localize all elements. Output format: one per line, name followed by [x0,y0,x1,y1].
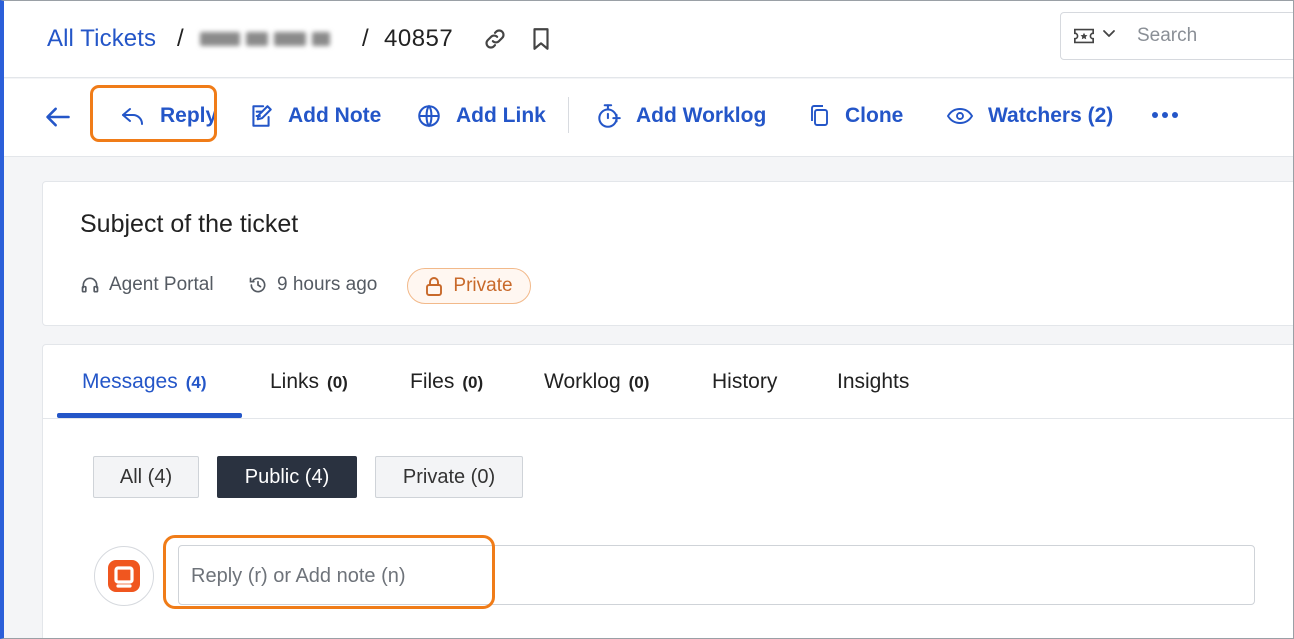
add-note-label: Add Note [288,104,382,127]
tab-count: (0) [462,373,484,392]
tab-label: Worklog [544,370,621,393]
watchers-label: Watchers (2) [988,104,1114,127]
add-note-button[interactable]: Add Note [248,101,381,131]
note-edit-icon [252,105,272,127]
reply-icon [122,108,143,125]
copy-link-icon[interactable] [482,26,508,52]
breadcrumb-separator: / [362,25,369,52]
tab-insights[interactable]: Insights [837,370,909,394]
add-link-button[interactable]: Add Link [416,101,546,131]
reply-label: Reply [160,104,218,127]
stopwatch-icon [598,104,621,128]
ticket-subject: Subject of the ticket [80,210,299,238]
more-options-icon[interactable] [1150,109,1180,121]
filter-all-button[interactable]: All (4) [93,456,199,498]
tab-count: (0) [327,373,348,392]
reply-button[interactable]: Reply [120,101,217,131]
back-arrow-icon[interactable] [44,103,72,131]
active-tab-indicator [57,413,242,418]
tab-worklog[interactable]: Worklog (0) [544,370,649,394]
lock-icon [426,277,443,296]
brand-logo-icon [108,560,140,592]
headset-icon [81,277,99,293]
chevron-down-icon[interactable] [1102,29,1116,39]
page-header: All Tickets / / 40857 [4,1,1293,78]
ticket-summary-card: Subject of the ticket Agent Portal 9 hou… [42,181,1293,326]
eye-icon [946,108,974,124]
search-input[interactable] [1137,23,1293,49]
add-worklog-button[interactable]: Add Worklog [596,101,766,131]
ticket-updated: 9 hours ago [248,274,377,296]
bookmark-icon[interactable] [528,26,554,52]
breadcrumb-separator: / [177,25,184,52]
visibility-label: Private [453,275,513,296]
ticket-source: Agent Portal [80,274,214,296]
breadcrumb-all-tickets[interactable]: All Tickets [47,25,156,53]
filter-private-button[interactable]: Private (0) [375,456,523,498]
clone-label: Clone [845,104,904,127]
tab-label: History [712,370,778,393]
tab-label: Links [270,370,320,393]
tab-links[interactable]: Links (0) [270,370,348,394]
globe-icon [418,104,440,128]
reply-composer[interactable] [178,545,1255,605]
ticket-toolbar: Reply Add Note Add Link Add Worklog Clon… [4,79,1293,157]
tab-files[interactable]: Files (0) [410,370,483,394]
tab-bar: Messages (4) Links (0) Files (0) Worklog (0)… [43,345,1293,419]
add-link-label: Add Link [456,104,546,127]
add-worklog-label: Add Worklog [636,104,767,127]
ticket-type-icon[interactable] [1073,26,1095,46]
visibility-badge: Private [407,268,531,304]
ticket-updated-label: 9 hours ago [277,274,378,295]
breadcrumb-brand-redacted[interactable] [200,30,340,50]
search-box[interactable] [1060,12,1293,60]
tab-count: (0) [628,373,650,392]
clone-icon [811,105,828,126]
clone-button[interactable]: Clone [807,101,903,131]
app-window: All Tickets / / 40857 Search Reply Add N… [0,0,1294,639]
reply-input[interactable] [191,562,791,590]
watchers-button[interactable]: Watchers (2) [946,101,1113,131]
avatar [94,546,154,606]
filter-public-button[interactable]: Public (4) [217,456,357,498]
messages-panel: Messages (4) Links (0) Files (0) Worklog (0)… [42,344,1293,638]
history-clock-icon [249,277,266,293]
tab-label: Insights [837,370,910,393]
tab-label: Files [410,370,455,393]
tab-messages[interactable]: Messages (4) [82,370,207,394]
ticket-source-label: Agent Portal [109,274,214,295]
toolbar-divider [568,97,569,133]
tab-label: Messages [82,370,178,393]
tab-count: (4) [185,373,207,392]
ticket-id: 40857 [384,25,454,52]
tab-history[interactable]: History [712,370,777,394]
